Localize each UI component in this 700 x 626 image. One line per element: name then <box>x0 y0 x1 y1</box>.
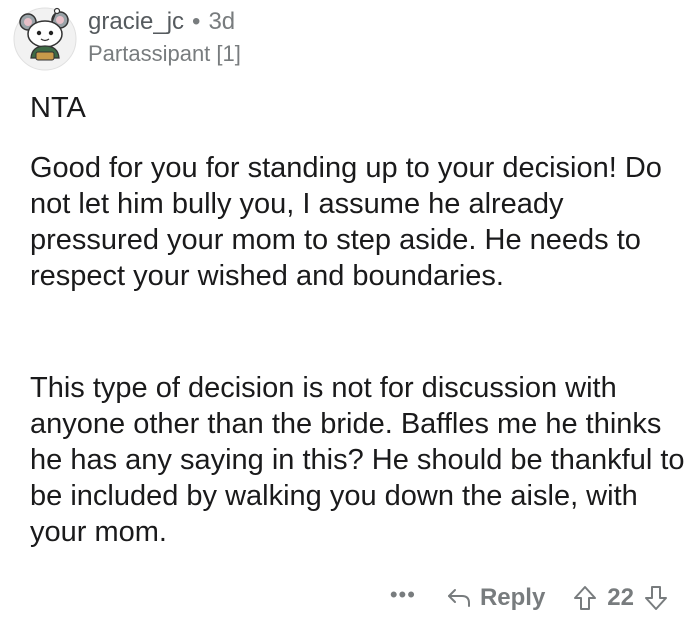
vote-score: 22 <box>607 584 634 611</box>
comment-age: 3d <box>208 8 236 35</box>
comment-verdict: NTA <box>30 92 86 124</box>
username-link[interactable]: gracie_jc <box>88 6 184 38</box>
vote-controls: 22 <box>573 584 668 612</box>
downvote-icon[interactable] <box>644 585 668 611</box>
comment-body-paragraph: Good for you for standing up to your dec… <box>30 150 690 294</box>
upvote-icon[interactable] <box>573 585 597 611</box>
comment: gracie_jc • 3d Partassipant [1] NTA Good… <box>0 0 700 626</box>
reply-label: Reply <box>479 584 546 611</box>
comment-paragraph-text: This type of decision is not for discuss… <box>30 372 685 548</box>
comment-body-paragraph: This type of decision is not for discuss… <box>30 370 690 550</box>
comment-paragraph-text: Good for you for standing up to your dec… <box>30 152 662 292</box>
reply-arrow-icon <box>447 589 470 607</box>
meta-separator: • <box>192 8 201 35</box>
avatar[interactable] <box>12 6 78 72</box>
comment-actions-bar: ••• Reply 22 <box>390 578 668 618</box>
user-flair: Partassipant [1] <box>88 41 241 66</box>
more-icon[interactable]: ••• <box>390 582 416 608</box>
comment-body-paragraph: NTA <box>30 90 690 126</box>
snoo-avatar-icon <box>13 7 77 71</box>
comment-meta: gracie_jc • 3d Partassipant [1] <box>88 6 241 68</box>
reply-button[interactable]: Reply <box>446 584 545 612</box>
